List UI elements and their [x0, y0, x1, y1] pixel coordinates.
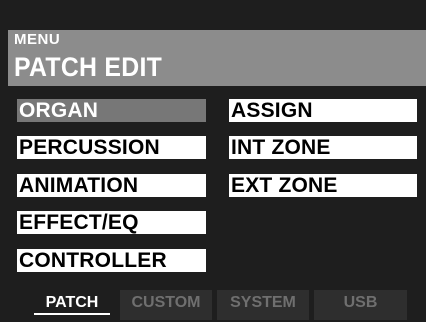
tab-label: SYSTEM	[230, 294, 296, 311]
tab-custom[interactable]: CUSTOM	[120, 290, 212, 320]
menu-item-effect-eq[interactable]: EFFECT/EQ	[17, 211, 206, 234]
tab-usb[interactable]: USB	[314, 290, 407, 320]
tab-label: USB	[343, 294, 378, 311]
menu-item-percussion[interactable]: PERCUSSION	[17, 136, 206, 159]
menu-item-assign[interactable]: ASSIGN	[229, 99, 417, 122]
tab-label: PATCH	[45, 294, 99, 311]
menu-item-organ[interactable]: ORGAN	[17, 99, 206, 122]
display-screen: MENU PATCH EDIT ORGAN PERCUSSION ANIMATI…	[0, 0, 426, 322]
tab-system[interactable]: SYSTEM	[217, 290, 309, 320]
menu-item-int-zone[interactable]: INT ZONE	[229, 136, 417, 159]
header-bar: MENU PATCH EDIT	[8, 30, 426, 86]
tab-patch[interactable]: PATCH	[27, 290, 117, 320]
tab-label: CUSTOM	[131, 294, 201, 311]
page-title: PATCH EDIT	[14, 52, 163, 82]
menu-label: MENU	[14, 31, 61, 48]
menu-item-animation[interactable]: ANIMATION	[17, 174, 206, 197]
active-tab-underline	[34, 313, 110, 315]
menu-item-controller[interactable]: CONTROLLER	[17, 249, 206, 272]
menu-item-ext-zone[interactable]: EXT ZONE	[229, 174, 417, 197]
